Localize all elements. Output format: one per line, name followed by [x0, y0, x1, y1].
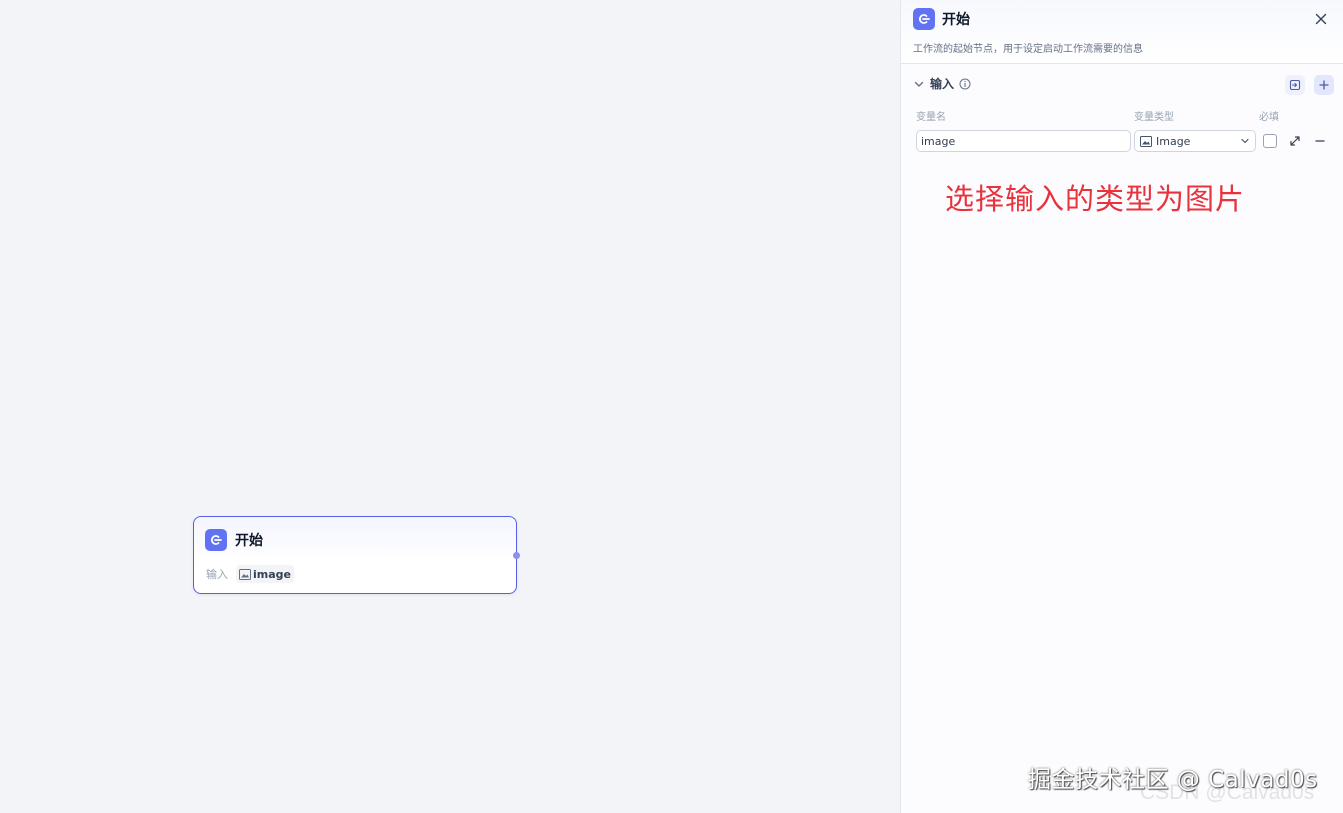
close-button[interactable] [1312, 10, 1330, 28]
workflow-canvas[interactable]: 开始 输入 image [0, 0, 900, 813]
remove-variable-button[interactable] [1312, 133, 1328, 149]
panel-title-row: 开始 [913, 8, 970, 30]
node-title: 开始 [235, 533, 263, 549]
import-icon [1289, 79, 1301, 91]
panel-description[interactable]: 工作流的起始节点，用于设定启动工作流需要的信息 [913, 40, 1143, 55]
column-header-type: 变量类型 [1134, 112, 1174, 123]
plus-icon [1319, 80, 1329, 90]
start-node[interactable]: 开始 输入 image [193, 516, 520, 594]
image-icon [1140, 135, 1152, 147]
column-header-name: 变量名 [916, 112, 946, 123]
input-section-header[interactable]: 输入 [913, 75, 971, 92]
expand-icon [1290, 136, 1300, 146]
node-input-row: 输入 image [206, 565, 294, 583]
panel-title[interactable]: 开始 [942, 9, 970, 29]
variable-name-input[interactable] [916, 130, 1131, 152]
chevron-down-icon[interactable] [913, 78, 925, 90]
watermark-primary: 掘金技术社区 @ Calvad0s [1028, 767, 1318, 793]
node-settings-panel: 开始 工作流的起始节点，用于设定启动工作流需要的信息 输入 变量名 变量类型 必… [900, 0, 1343, 813]
start-icon [205, 529, 227, 551]
node-input-label: 输入 [206, 568, 228, 581]
import-variables-button[interactable] [1285, 75, 1305, 95]
required-checkbox[interactable] [1263, 134, 1277, 148]
close-icon [1315, 13, 1327, 25]
variable-name: image [253, 567, 291, 581]
input-section-title: 输入 [930, 77, 955, 91]
chevron-down-icon [1241, 138, 1249, 144]
variable-type-select[interactable]: Image [1134, 130, 1256, 152]
node-header: 开始 [205, 529, 263, 551]
column-header-required: 必填 [1259, 112, 1279, 123]
info-icon[interactable] [959, 78, 971, 90]
variable-tag: image [236, 565, 294, 583]
minus-icon [1315, 140, 1325, 142]
start-icon [913, 8, 935, 30]
output-handle[interactable] [513, 552, 520, 559]
variable-type-value: Image [1156, 134, 1191, 148]
annotation-text: 选择输入的类型为图片 [945, 182, 1246, 216]
expand-button[interactable] [1287, 133, 1303, 149]
image-icon [239, 568, 251, 580]
add-variable-button[interactable] [1314, 75, 1334, 95]
panel-header: 开始 工作流的起始节点，用于设定启动工作流需要的信息 [901, 0, 1343, 64]
